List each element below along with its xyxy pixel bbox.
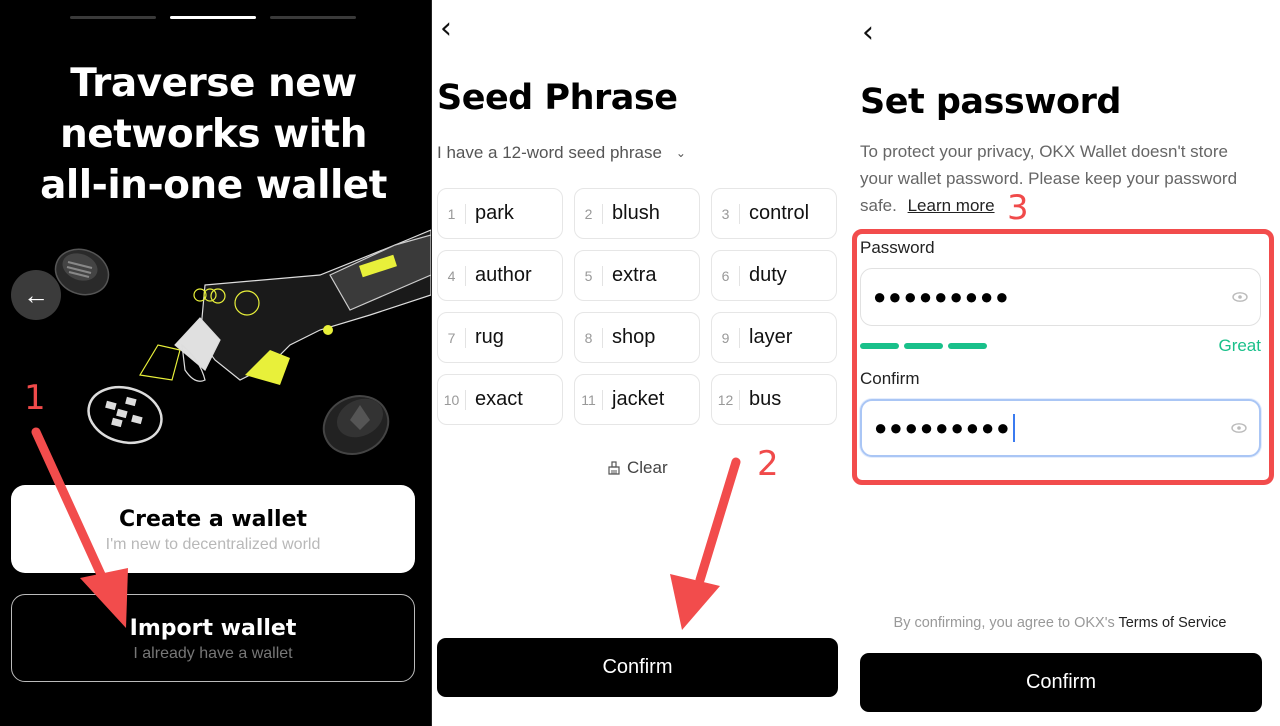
confirm-button[interactable]: Confirm — [437, 638, 838, 697]
import-wallet-button[interactable]: Import wallet I already have a wallet — [11, 594, 415, 682]
annotation-highlight-box — [852, 229, 1274, 485]
chevron-left-icon: ‹ — [440, 11, 452, 46]
terms-notice: By confirming, you agree to OKX's Terms … — [893, 615, 1227, 631]
seed-word-field[interactable]: 9 layer — [711, 312, 837, 363]
learn-more-link[interactable]: Learn more — [908, 196, 995, 215]
seed-word-field[interactable]: 11 jacket — [574, 374, 700, 425]
chevron-left-icon: ‹ — [862, 15, 874, 50]
seed-word-field[interactable]: 8 shop — [574, 312, 700, 363]
page-indicator — [70, 16, 356, 19]
okx-coin-icon — [87, 385, 163, 445]
page-dot-active — [170, 16, 256, 19]
back-button[interactable]: ‹ — [862, 18, 874, 48]
seed-word-field[interactable]: 5 extra — [574, 250, 700, 301]
chevron-down-icon: ⌄ — [675, 146, 686, 160]
word-count-dropdown[interactable]: I have a 12-word seed phrase ⌄ — [437, 143, 686, 163]
onboarding-screen: Traverse new networks with all-in-one wa… — [0, 0, 431, 726]
seed-word-field[interactable]: 12 bus — [711, 374, 837, 425]
robot-hand-illustration — [54, 229, 431, 455]
seed-phrase-screen: ‹ Seed Phrase I have a 12-word seed phra… — [431, 0, 850, 726]
eth-coin-icon — [322, 395, 390, 455]
seed-word-field[interactable]: 10 exact — [437, 374, 563, 425]
back-button[interactable]: ‹ — [440, 14, 452, 44]
seed-word-field[interactable]: 1 park — [437, 188, 563, 239]
seed-word-grid: 1 park 2 blush 3 control 4 author 5 extra 6 du… — [437, 188, 837, 425]
seed-word-field[interactable]: 2 blush — [574, 188, 700, 239]
create-wallet-button[interactable]: Create a wallet I'm new to decentralized… — [11, 485, 415, 573]
terms-of-service-link[interactable]: Terms of Service — [1118, 615, 1226, 631]
robot-hand — [139, 229, 431, 385]
page-dot — [70, 16, 156, 19]
privacy-description: To protect your privacy, OKX Wallet does… — [860, 142, 1238, 215]
back-button[interactable]: ← — [11, 270, 61, 320]
annotation-step-2: 2 — [757, 444, 779, 484]
broom-icon — [608, 461, 620, 475]
annotation-step-3: 3 — [1007, 188, 1029, 228]
page-title: Seed Phrase — [437, 78, 678, 118]
annotation-step-1: 1 — [24, 378, 46, 418]
hero-title: Traverse new networks with all-in-one wa… — [40, 61, 387, 208]
seed-word-field[interactable]: 4 author — [437, 250, 563, 301]
page-title: Set password — [860, 82, 1121, 122]
arrow-left-icon: ← — [23, 279, 49, 310]
page-dot — [270, 16, 356, 19]
confirm-button[interactable]: Confirm — [860, 653, 1262, 712]
clear-button[interactable]: Clear — [607, 458, 668, 478]
seed-word-field[interactable]: 7 rug — [437, 312, 563, 363]
seed-word-field[interactable]: 6 duty — [711, 250, 837, 301]
seed-word-field[interactable]: 3 control — [711, 188, 837, 239]
